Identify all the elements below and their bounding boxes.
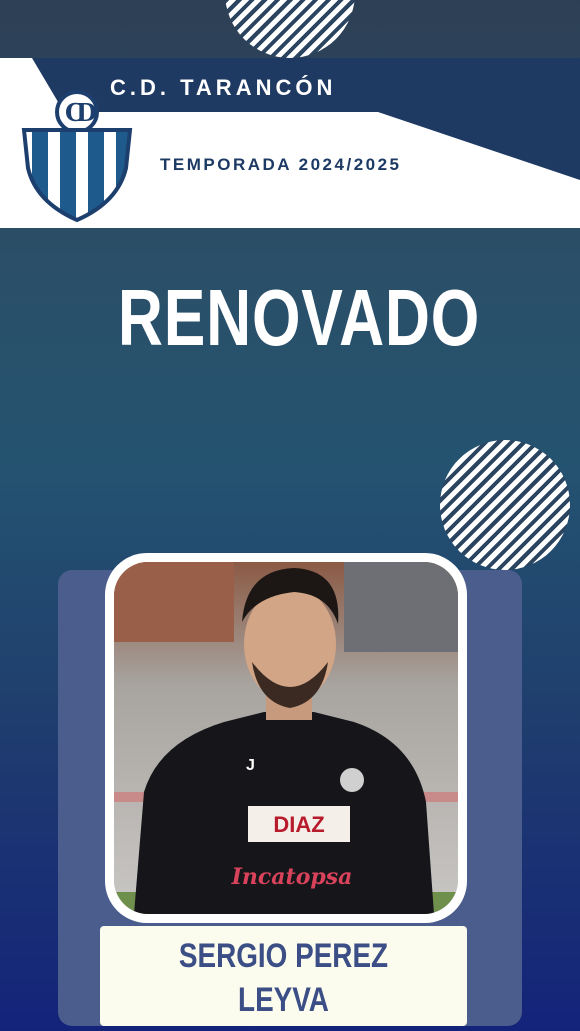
svg-text:J: J: [246, 757, 255, 774]
club-crest-icon: C D: [18, 90, 136, 223]
svg-text:D: D: [76, 98, 97, 127]
shirt-sponsor-incatopsa: Incatopsa: [231, 864, 353, 890]
shirt-sponsor-diaz: DIAZ: [273, 812, 324, 837]
striped-decor-circle-top: [225, 0, 355, 58]
player-name-line2: LEYVA: [238, 981, 329, 1019]
season-label: TEMPORADA 2024/2025: [160, 155, 402, 174]
player-photo-frame: J DIAZ Incatopsa: [105, 553, 467, 923]
club-name: C.D. TARANCÓN: [110, 75, 337, 100]
player-name-box: SERGIO PEREZ LEYVA: [100, 926, 467, 1026]
player-photo: J DIAZ Incatopsa: [114, 562, 458, 914]
player-name-line1: SERGIO PEREZ: [178, 937, 389, 975]
headline-renovado: RENOVADO: [117, 273, 481, 362]
striped-decor-circle-side: [440, 440, 570, 570]
